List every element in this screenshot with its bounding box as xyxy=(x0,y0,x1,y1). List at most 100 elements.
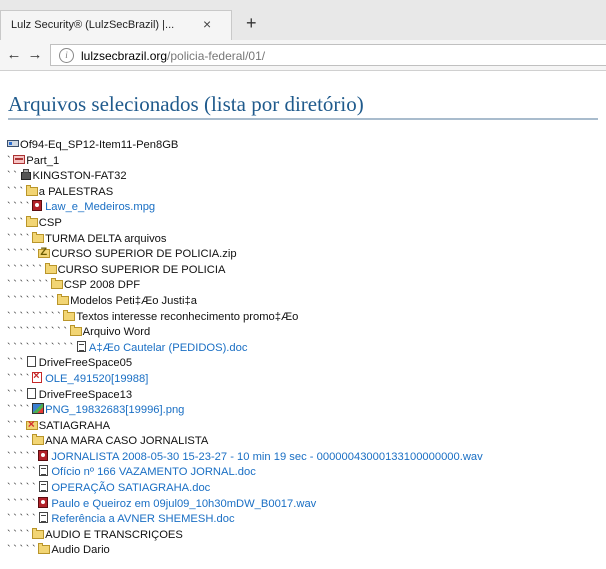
tab-title: Lulz Security® (LulzSecBrazil) |... xyxy=(11,19,175,31)
directory-tree: Of94-Eq_SP12-Item11-Pen8GB ` Part_1 `` KINGS… xyxy=(7,138,606,559)
doc-icon xyxy=(38,465,50,477)
folder-icon xyxy=(32,527,45,539)
indent-dots: ````` xyxy=(7,466,39,479)
blank-icon xyxy=(26,356,38,368)
folder-label: SATIAGRAHA xyxy=(38,419,111,432)
folder-label: DriveFreeSpace05 xyxy=(38,357,133,370)
tab-bar: Lulz Security® (LulzSecBrazil) |... × + xyxy=(0,0,606,40)
part-icon xyxy=(13,154,26,165)
file-link[interactable]: Paulo e Queiroz em 09jul09_10h30mDW_B001… xyxy=(51,498,316,510)
folder-icon xyxy=(25,184,38,196)
folder-icon xyxy=(32,231,45,243)
folder-icon xyxy=(32,434,45,446)
title-divider xyxy=(8,118,598,120)
image-icon xyxy=(32,403,45,415)
file-link[interactable]: Ofício nº 166 VAZAMENTO JORNAL.doc xyxy=(51,466,256,478)
folder-label: Of94-Eq_SP12-Item11-Pen8GB xyxy=(20,139,179,151)
tree-row: ``` a PALESTRAS xyxy=(7,184,606,201)
tree-row: Of94-Eq_SP12-Item11-Pen8GB xyxy=(7,138,606,154)
folder-label: KINGSTON-FAT32 xyxy=(32,170,127,183)
site-info-icon[interactable]: i xyxy=(59,48,74,63)
tree-row: ````` Paulo e Queiroz em 09jul09_10h30mDW… xyxy=(7,496,606,513)
indent-dots: ```` xyxy=(7,435,33,448)
tree-row: ````` Ofício nº 166 VAZAMENTO JORNAL.doc xyxy=(7,465,606,481)
media-icon xyxy=(32,200,44,212)
folder-label: AUDIO E TRANSCRIÇOES xyxy=(45,528,183,541)
new-tab-icon[interactable]: + xyxy=(246,14,257,32)
tree-row: ```````` Modelos Peti‡Æo Justi‡a xyxy=(7,293,606,310)
back-arrow-icon[interactable]: ← xyxy=(4,45,24,65)
folder-label: CSP 2008 DPF xyxy=(63,279,141,292)
folder-label: Audio Dario xyxy=(51,544,110,557)
tree-row: ```` Law_e_Medeiros.mpg xyxy=(7,200,606,216)
tree-row: ```` TURMA DELTA arquivos xyxy=(7,231,606,248)
folder-label: Arquivo Word xyxy=(82,326,151,339)
tree-row: ``` DriveFreeSpace13 xyxy=(7,387,606,404)
file-link[interactable]: JORNALISTA 2008-05-30 15-23-27 - 10 min … xyxy=(51,451,482,463)
ole-icon xyxy=(32,369,44,385)
media-icon xyxy=(38,496,50,508)
folder-icon xyxy=(57,293,70,305)
indent-dots: ``` xyxy=(7,357,26,370)
url-host: lulzsecbrazil.org xyxy=(81,49,168,63)
folder-icon xyxy=(44,262,57,274)
file-link[interactable]: PNG_19832683[19996].png xyxy=(45,404,184,416)
folder-label: DriveFreeSpace13 xyxy=(38,388,133,401)
page-title: Arquivos selecionados (lista por diretór… xyxy=(8,92,364,116)
indent-dots: ``` xyxy=(7,185,26,198)
browser-tab[interactable]: Lulz Security® (LulzSecBrazil) |... × xyxy=(0,10,232,40)
indent-dots: `````````` xyxy=(7,326,70,339)
tree-row: ```` PNG_19832683[19996].png xyxy=(7,403,606,419)
file-link[interactable]: Referência a AVNER SHEMESH.doc xyxy=(51,513,234,525)
indent-dots: ``````` xyxy=(7,279,51,292)
tab-close-icon[interactable]: × xyxy=(203,17,211,31)
doc-icon xyxy=(38,481,50,493)
navigation-bar: ← → i lulzsecbrazil.org/policia-federal/… xyxy=(0,40,606,71)
indent-dots: ```````` xyxy=(7,294,58,307)
folder-icon xyxy=(63,309,76,321)
file-link[interactable]: OLE_491520[19988] xyxy=(45,373,148,385)
folder-label: CSP xyxy=(38,216,62,229)
tree-row: `````````` Arquivo Word xyxy=(7,325,606,341)
folder-label: ANA MARA CASO JORNALISTA xyxy=(45,435,209,448)
tree-row: ``` SATIAGRAHA xyxy=(7,417,606,435)
folder-icon xyxy=(38,543,51,555)
tree-row: ````` OPERAÇÃO SATIAGRAHA.doc xyxy=(7,481,606,497)
indent-dots: ``````````` xyxy=(7,341,76,354)
folder-label: TURMA DELTA arquivos xyxy=(45,232,167,245)
tree-row: ` Part_1 xyxy=(7,154,606,170)
tree-row: `` KINGSTON-FAT32 xyxy=(7,169,606,185)
usb-icon xyxy=(20,169,32,181)
doc-icon xyxy=(76,340,88,352)
indent-dots: ``` xyxy=(7,388,26,401)
tree-row: ``` CSP xyxy=(7,215,606,232)
indent-dots: ````` xyxy=(7,482,39,495)
tree-row: ``````````` A‡Æo Cautelar (PEDIDOS).doc xyxy=(7,340,606,357)
address-bar[interactable]: i lulzsecbrazil.org/policia-federal/01/ xyxy=(50,44,606,66)
file-link[interactable]: Law_e_Medeiros.mpg xyxy=(45,201,155,213)
doc-icon xyxy=(38,512,50,524)
tree-row: ```` ANA MARA CASO JORNALISTA xyxy=(7,434,606,450)
indent-dots: ````` xyxy=(7,450,39,463)
folder-label: a PALESTRAS xyxy=(38,185,114,198)
file-link[interactable]: OPERAÇÃO SATIAGRAHA.doc xyxy=(51,482,210,494)
folder-icon xyxy=(69,325,82,337)
indent-dots: `````` xyxy=(7,263,45,276)
tree-row: ````` JORNALISTA 2008-05-30 15-23-27 - 10… xyxy=(7,449,606,466)
blank-icon xyxy=(26,387,38,399)
tree-row: ````` CURSO SUPERIOR DE POLICIA.zip xyxy=(7,245,606,263)
media-icon xyxy=(38,449,50,461)
file-link[interactable]: A‡Æo Cautelar (PEDIDOS).doc xyxy=(89,342,248,354)
folder-label: Modelos Peti‡Æo Justi‡a xyxy=(70,294,197,307)
tree-row: ```` AUDIO E TRANSCRIÇOES xyxy=(7,527,606,544)
indent-dots: ````````` xyxy=(7,310,64,323)
folder-icon xyxy=(25,215,38,227)
folder-label: CURSO SUPERIOR DE POLICIA.zip xyxy=(51,248,237,261)
tree-row: ````` Referência a AVNER SHEMESH.doc xyxy=(7,512,606,528)
url-text: lulzsecbrazil.org/policia-federal/01/ xyxy=(81,49,265,63)
forward-arrow-icon[interactable]: → xyxy=(25,45,45,65)
indent-dots: ``` xyxy=(7,419,26,432)
indent-dots: ````` xyxy=(7,248,39,261)
drive-icon xyxy=(7,138,19,149)
folder-label: Textos interesse reconhecimento promo‡Æo xyxy=(76,310,299,323)
